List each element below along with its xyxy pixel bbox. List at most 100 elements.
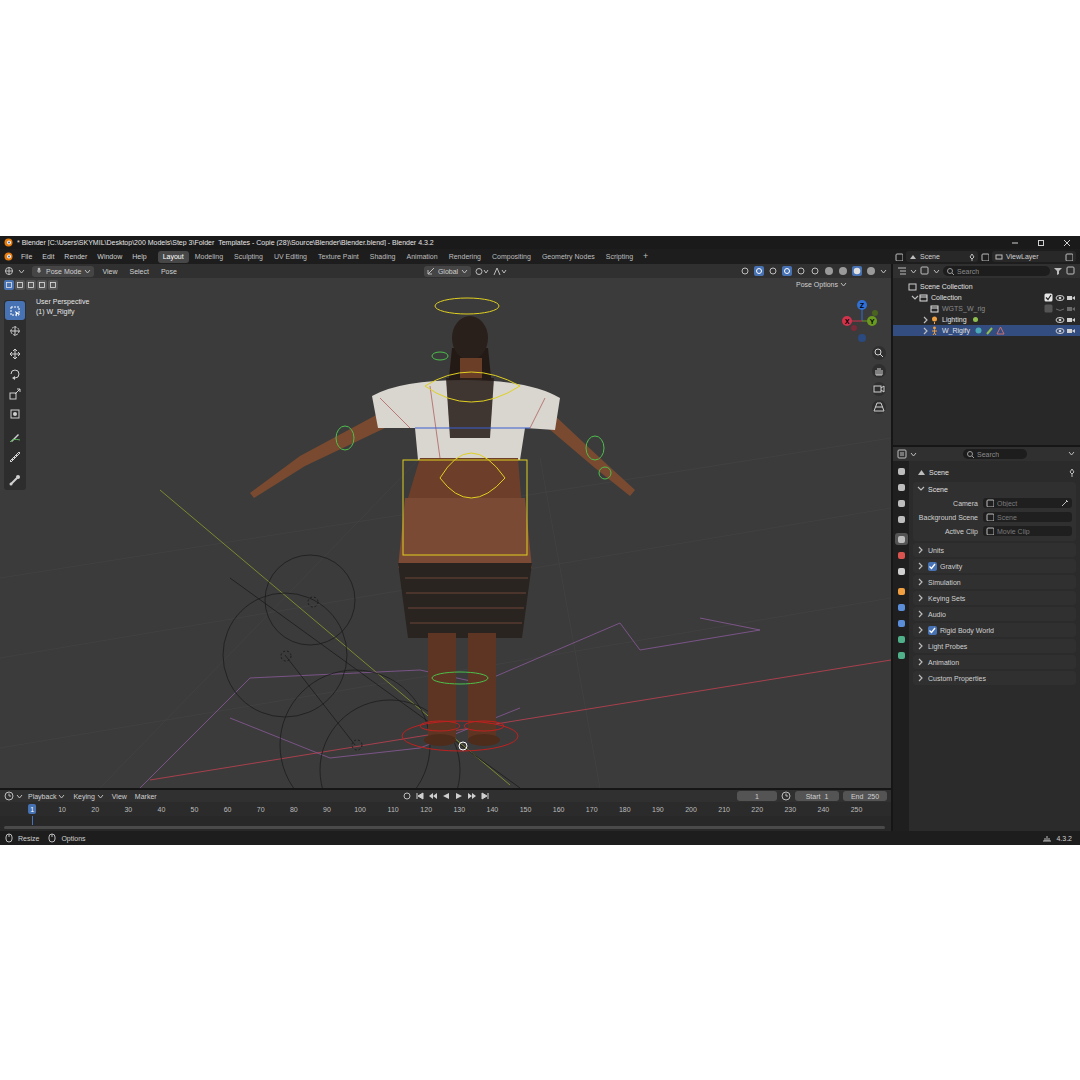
pivot-icon[interactable] (475, 267, 489, 276)
properties-tab[interactable] (895, 481, 908, 493)
workspace-tab[interactable]: UV Editing (269, 251, 312, 263)
property-field[interactable]: Movie Clip (983, 526, 1072, 536)
properties-tab[interactable] (895, 617, 908, 629)
subpanel-header[interactable]: Gravity (913, 559, 1076, 573)
subpanel-header[interactable]: Animation (913, 655, 1076, 669)
visibility-icon[interactable] (740, 266, 750, 276)
display-mode-icon[interactable] (920, 266, 930, 276)
minimize-button[interactable] (1002, 236, 1028, 249)
outliner-item-label[interactable]: W_Rigify (942, 327, 970, 334)
axis-z-handle[interactable]: Z (857, 300, 867, 310)
outliner-item-label[interactable]: Scene Collection (920, 283, 973, 290)
properties-tab[interactable] (895, 649, 908, 661)
subpanel-checkbox[interactable] (928, 626, 937, 635)
selection-mode-button[interactable] (48, 280, 58, 290)
previous-keyframe-icon[interactable] (428, 791, 438, 801)
workspace-tab[interactable]: Shading (365, 251, 401, 263)
navigation-button[interactable] (872, 346, 886, 360)
outliner-search[interactable]: Search (943, 266, 1050, 276)
current-frame-field[interactable]: 1 (737, 791, 777, 801)
navigation-button[interactable] (872, 382, 886, 396)
timeline-menu[interactable]: View (109, 793, 130, 800)
next-keyframe-icon[interactable] (467, 791, 477, 801)
properties-search[interactable]: Search (963, 449, 1027, 459)
show-gizmo-icon[interactable] (754, 266, 764, 276)
render-cell[interactable] (1065, 293, 1076, 303)
properties-tab[interactable] (895, 585, 908, 597)
orientation-dropdown[interactable]: Global (424, 266, 471, 277)
checkbox-checked-icon[interactable] (1044, 293, 1053, 302)
tool-button[interactable] (5, 427, 25, 446)
subpanel-header[interactable]: Custom Properties (913, 671, 1076, 685)
timeline-menu[interactable]: Marker (132, 793, 160, 800)
pin-icon[interactable] (1067, 468, 1076, 477)
viewport-menu[interactable]: View (98, 268, 121, 275)
render-cell[interactable] (1065, 315, 1076, 325)
subpanel-checkbox[interactable] (928, 562, 937, 571)
editor-menu-button[interactable] (0, 252, 16, 261)
add-workspace-button[interactable]: + (639, 252, 652, 261)
axis-y-handle[interactable]: Y (867, 316, 877, 326)
options-icon[interactable] (1068, 450, 1076, 458)
timeline-menu[interactable]: Playback (25, 793, 68, 800)
outliner-item-label[interactable]: WGTS_W_rig (942, 305, 985, 312)
camera-render-icon[interactable] (1066, 315, 1076, 325)
visibility-cell[interactable] (1054, 293, 1065, 303)
properties-tab[interactable] (895, 497, 908, 509)
viewport-menu[interactable]: Select (125, 268, 152, 275)
timeline-body[interactable] (0, 816, 891, 831)
exclude-checkbox-cell[interactable] (1043, 293, 1054, 302)
timeline-menu[interactable]: Keying (70, 793, 106, 800)
properties-tab[interactable] (895, 533, 908, 545)
record-icon[interactable] (402, 791, 412, 801)
workspace-tab[interactable]: Sculpting (229, 251, 268, 263)
outliner-item-label[interactable]: Lighting (942, 316, 967, 323)
outliner-row[interactable]: Collection (893, 292, 1080, 303)
workspace-tab[interactable]: Compositing (487, 251, 536, 263)
tool-button[interactable] (5, 384, 25, 403)
workspace-tab[interactable]: Layout (158, 251, 189, 263)
properties-tab[interactable] (895, 513, 908, 525)
selection-mode-button[interactable] (4, 280, 14, 290)
tool-button[interactable] (5, 321, 25, 340)
selection-mode-button[interactable] (37, 280, 47, 290)
navigation-button[interactable] (872, 400, 886, 414)
outliner-row[interactable]: WGTS_W_rig (893, 303, 1080, 314)
viewport-menu[interactable]: Pose (157, 268, 181, 275)
overlays-icon[interactable] (782, 266, 792, 276)
render-cell[interactable] (1065, 326, 1076, 336)
checkbox-unchecked-icon[interactable] (1044, 304, 1053, 313)
gizmo-toggle-icon[interactable] (768, 266, 778, 276)
scene-field[interactable]: Scene (906, 251, 978, 262)
jump-start-icon[interactable] (415, 791, 425, 801)
filter-icon[interactable] (1053, 266, 1063, 276)
xray-icon[interactable] (810, 266, 820, 276)
visibility-cell[interactable] (1054, 304, 1065, 314)
end-frame-field[interactable]: End250 (843, 791, 887, 801)
rendered-shading-icon[interactable] (866, 266, 876, 276)
properties-tab[interactable] (895, 565, 908, 577)
playhead[interactable] (32, 816, 33, 825)
mode-dropdown[interactable]: Pose Mode (32, 266, 94, 277)
outliner-item-label[interactable]: Collection (931, 294, 962, 301)
panel-header[interactable]: Scene (913, 482, 1076, 496)
subpanel-header[interactable]: Audio (913, 607, 1076, 621)
new-collection-icon[interactable] (1066, 266, 1076, 276)
tool-button[interactable] (5, 364, 25, 383)
camera-render-icon[interactable] (1066, 293, 1076, 303)
maximize-button[interactable] (1028, 236, 1054, 249)
outliner-row[interactable]: Lighting (893, 314, 1080, 325)
navigation-button[interactable] (872, 364, 886, 378)
collapsed-arrow-icon[interactable] (921, 315, 930, 325)
tool-button[interactable] (5, 447, 25, 466)
properties-tab[interactable] (895, 601, 908, 613)
eye-open-icon[interactable] (1055, 326, 1065, 336)
workspace-tab[interactable]: Geometry Nodes (537, 251, 600, 263)
navigation-gizmo[interactable]: ZXY (842, 300, 882, 344)
property-field[interactable]: Scene (983, 512, 1072, 522)
subpanel-header[interactable]: Light Probes (913, 639, 1076, 653)
subpanel-header[interactable]: Units (913, 543, 1076, 557)
snap-icon[interactable] (493, 267, 507, 276)
subpanel-header[interactable]: Keying Sets (913, 591, 1076, 605)
menu-item[interactable]: File (16, 253, 37, 260)
